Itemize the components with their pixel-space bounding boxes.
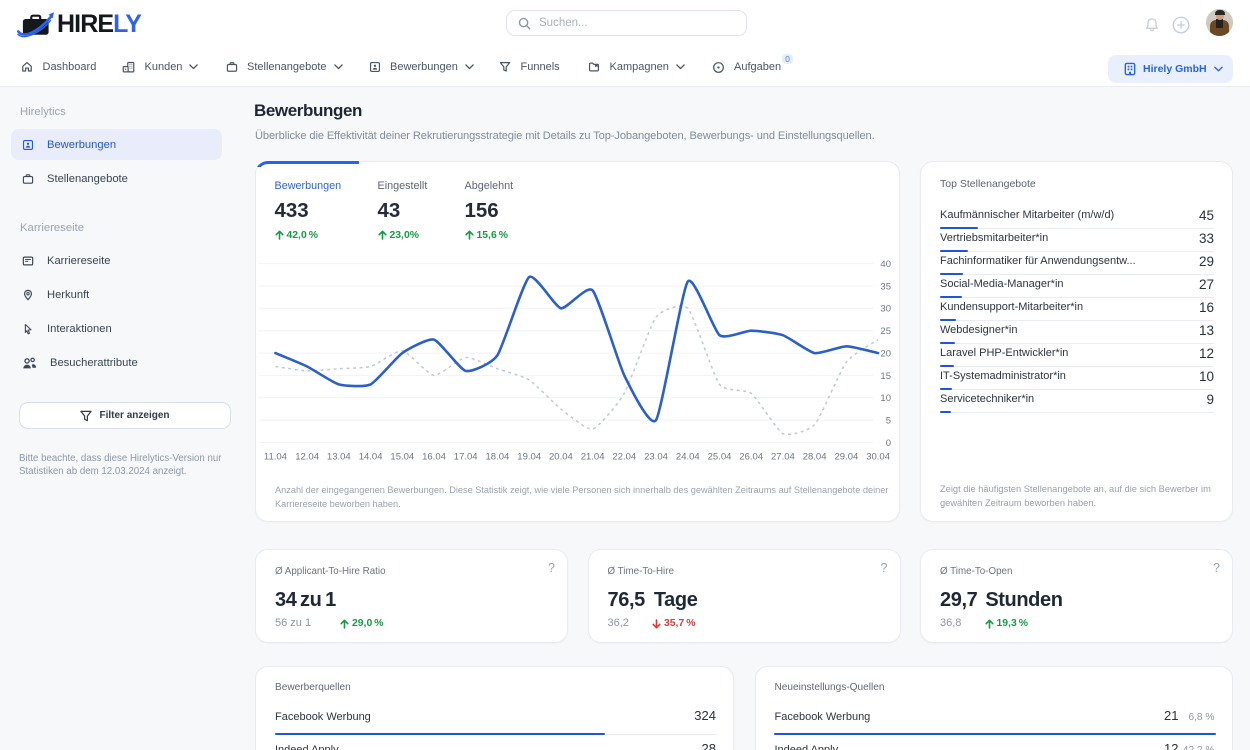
svg-text:20: 20 (880, 349, 891, 360)
svg-text:14.04: 14.04 (359, 452, 383, 463)
svg-text:25.04: 25.04 (708, 452, 732, 463)
svg-text:17.04: 17.04 (454, 452, 478, 463)
svg-text:40: 40 (880, 259, 891, 270)
svg-text:23.04: 23.04 (644, 452, 668, 463)
svg-text:10: 10 (880, 393, 891, 404)
svg-text:30.04: 30.04 (866, 452, 890, 463)
svg-text:25: 25 (880, 326, 891, 337)
svg-text:24.04: 24.04 (676, 452, 700, 463)
svg-text:20.04: 20.04 (549, 452, 573, 463)
svg-text:11.04: 11.04 (264, 452, 287, 463)
svg-text:27.04: 27.04 (771, 452, 795, 463)
svg-text:29.04: 29.04 (835, 452, 859, 463)
svg-text:26.04: 26.04 (739, 452, 763, 463)
svg-text:16.04: 16.04 (422, 452, 446, 463)
svg-text:28.04: 28.04 (803, 452, 827, 463)
svg-text:19.04: 19.04 (517, 452, 541, 463)
svg-text:35: 35 (880, 281, 891, 292)
svg-text:21.04: 21.04 (581, 452, 605, 463)
svg-text:18.04: 18.04 (486, 452, 510, 463)
svg-text:15: 15 (880, 371, 891, 382)
svg-text:5: 5 (886, 416, 891, 427)
svg-text:12.04: 12.04 (295, 452, 319, 463)
svg-text:0: 0 (886, 438, 891, 449)
svg-text:15.04: 15.04 (390, 452, 414, 463)
svg-text:22.04: 22.04 (612, 452, 636, 463)
svg-text:30: 30 (880, 304, 891, 315)
svg-text:13.04: 13.04 (327, 452, 351, 463)
